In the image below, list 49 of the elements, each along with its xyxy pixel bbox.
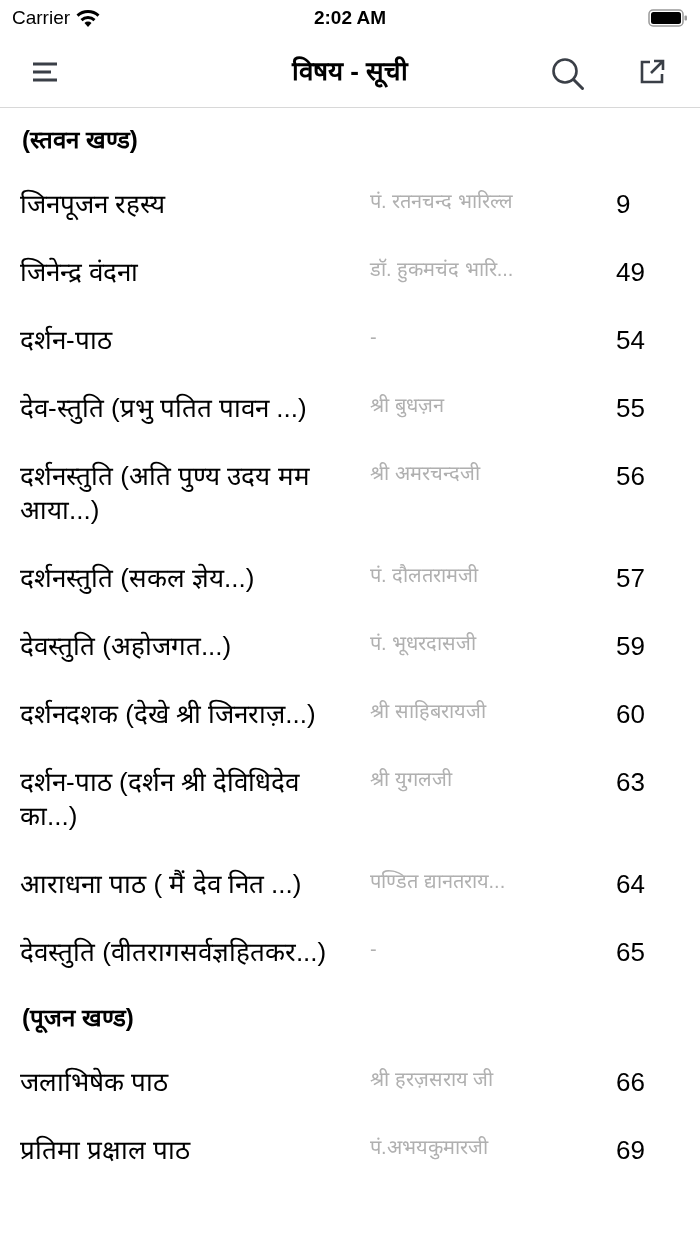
entry-author: पं.अभयकुमारजी: [370, 1135, 490, 1161]
page-number: 56: [615, 460, 646, 493]
carrier-label: Carrier: [12, 5, 71, 30]
entry-title[interactable]: देव-स्तुति (प्रभु पतित पावन ...): [20, 391, 370, 425]
clock-label: 2:02 AM: [313, 5, 387, 30]
page-number: 69: [615, 1134, 646, 1167]
entry-author: पं. भूधरदासजी: [370, 631, 478, 657]
entry-title[interactable]: आराधना पाठ ( मैं देव नित ...): [20, 867, 370, 901]
entry-author: श्री बुधज़न: [370, 393, 446, 419]
section-heading: (स्तवन खण्ड): [21, 125, 139, 155]
entry-title[interactable]: देवस्तुति (वीतरागसर्वज्ञहितकर...): [20, 935, 370, 969]
page-number: 64: [615, 868, 646, 901]
entry-title[interactable]: प्रतिमा प्रक्षाल पाठ: [20, 1133, 370, 1167]
page-number: 57: [615, 562, 646, 595]
external-link-icon: [638, 58, 666, 86]
screen-title: विषय - सूची: [291, 55, 409, 90]
wifi-icon: [76, 9, 101, 27]
entry-author: श्री युगलजी: [370, 767, 454, 793]
entry-author: -: [370, 937, 378, 962]
menu-icon: [31, 61, 59, 83]
page-number: 63: [615, 766, 646, 799]
entry-title[interactable]: दर्शनस्तुति (अति पुण्य उदय मम आया...): [20, 459, 370, 527]
entry-title[interactable]: दर्शनस्तुति (सकल ज्ञेय...): [20, 561, 370, 595]
entry-author: -: [370, 325, 378, 350]
page-number: 60: [615, 698, 646, 731]
entry-author: पं. दौलतरामजी: [370, 563, 480, 588]
page-number: 54: [615, 324, 646, 357]
page-number: 55: [615, 392, 646, 425]
battery-icon: [648, 8, 688, 28]
search-icon: [550, 56, 586, 92]
page-number: 65: [615, 936, 646, 969]
page-number: 59: [615, 630, 646, 663]
entry-author: पं. रतनचन्द भारिल्ल: [370, 189, 514, 214]
entry-title[interactable]: देवस्तुति (अहोजगत...): [20, 629, 370, 663]
entry-author: डॉ. हुकमचंद भारि...: [370, 255, 606, 283]
page-number: 66: [615, 1066, 646, 1099]
entry-title[interactable]: जिनपूजन रहस्य: [20, 187, 370, 221]
entry-title[interactable]: जिनेन्द्र वंदना: [20, 255, 370, 289]
entry-author: श्री अमरचन्दजी: [370, 461, 482, 486]
entry-author: पण्डित द्यानतराय...: [370, 869, 507, 894]
page-number: 9: [615, 188, 632, 221]
entry-title[interactable]: जलाभिषेक पाठ: [20, 1065, 370, 1099]
entry-title[interactable]: दर्शनदशक (देखे श्री जिनराज़...): [20, 697, 370, 731]
entry-title[interactable]: दर्शन-पाठ: [20, 323, 370, 357]
entry-author: श्री साहिबरायजी: [370, 699, 488, 724]
entry-title[interactable]: दर्शन-पाठ (दर्शन श्री देविधिदेव का...): [20, 765, 370, 833]
section-heading: (पूजन खण्ड): [21, 1003, 135, 1035]
page-number: 49: [615, 256, 646, 289]
entry-author: श्री हरज़सराय जी: [370, 1067, 495, 1092]
